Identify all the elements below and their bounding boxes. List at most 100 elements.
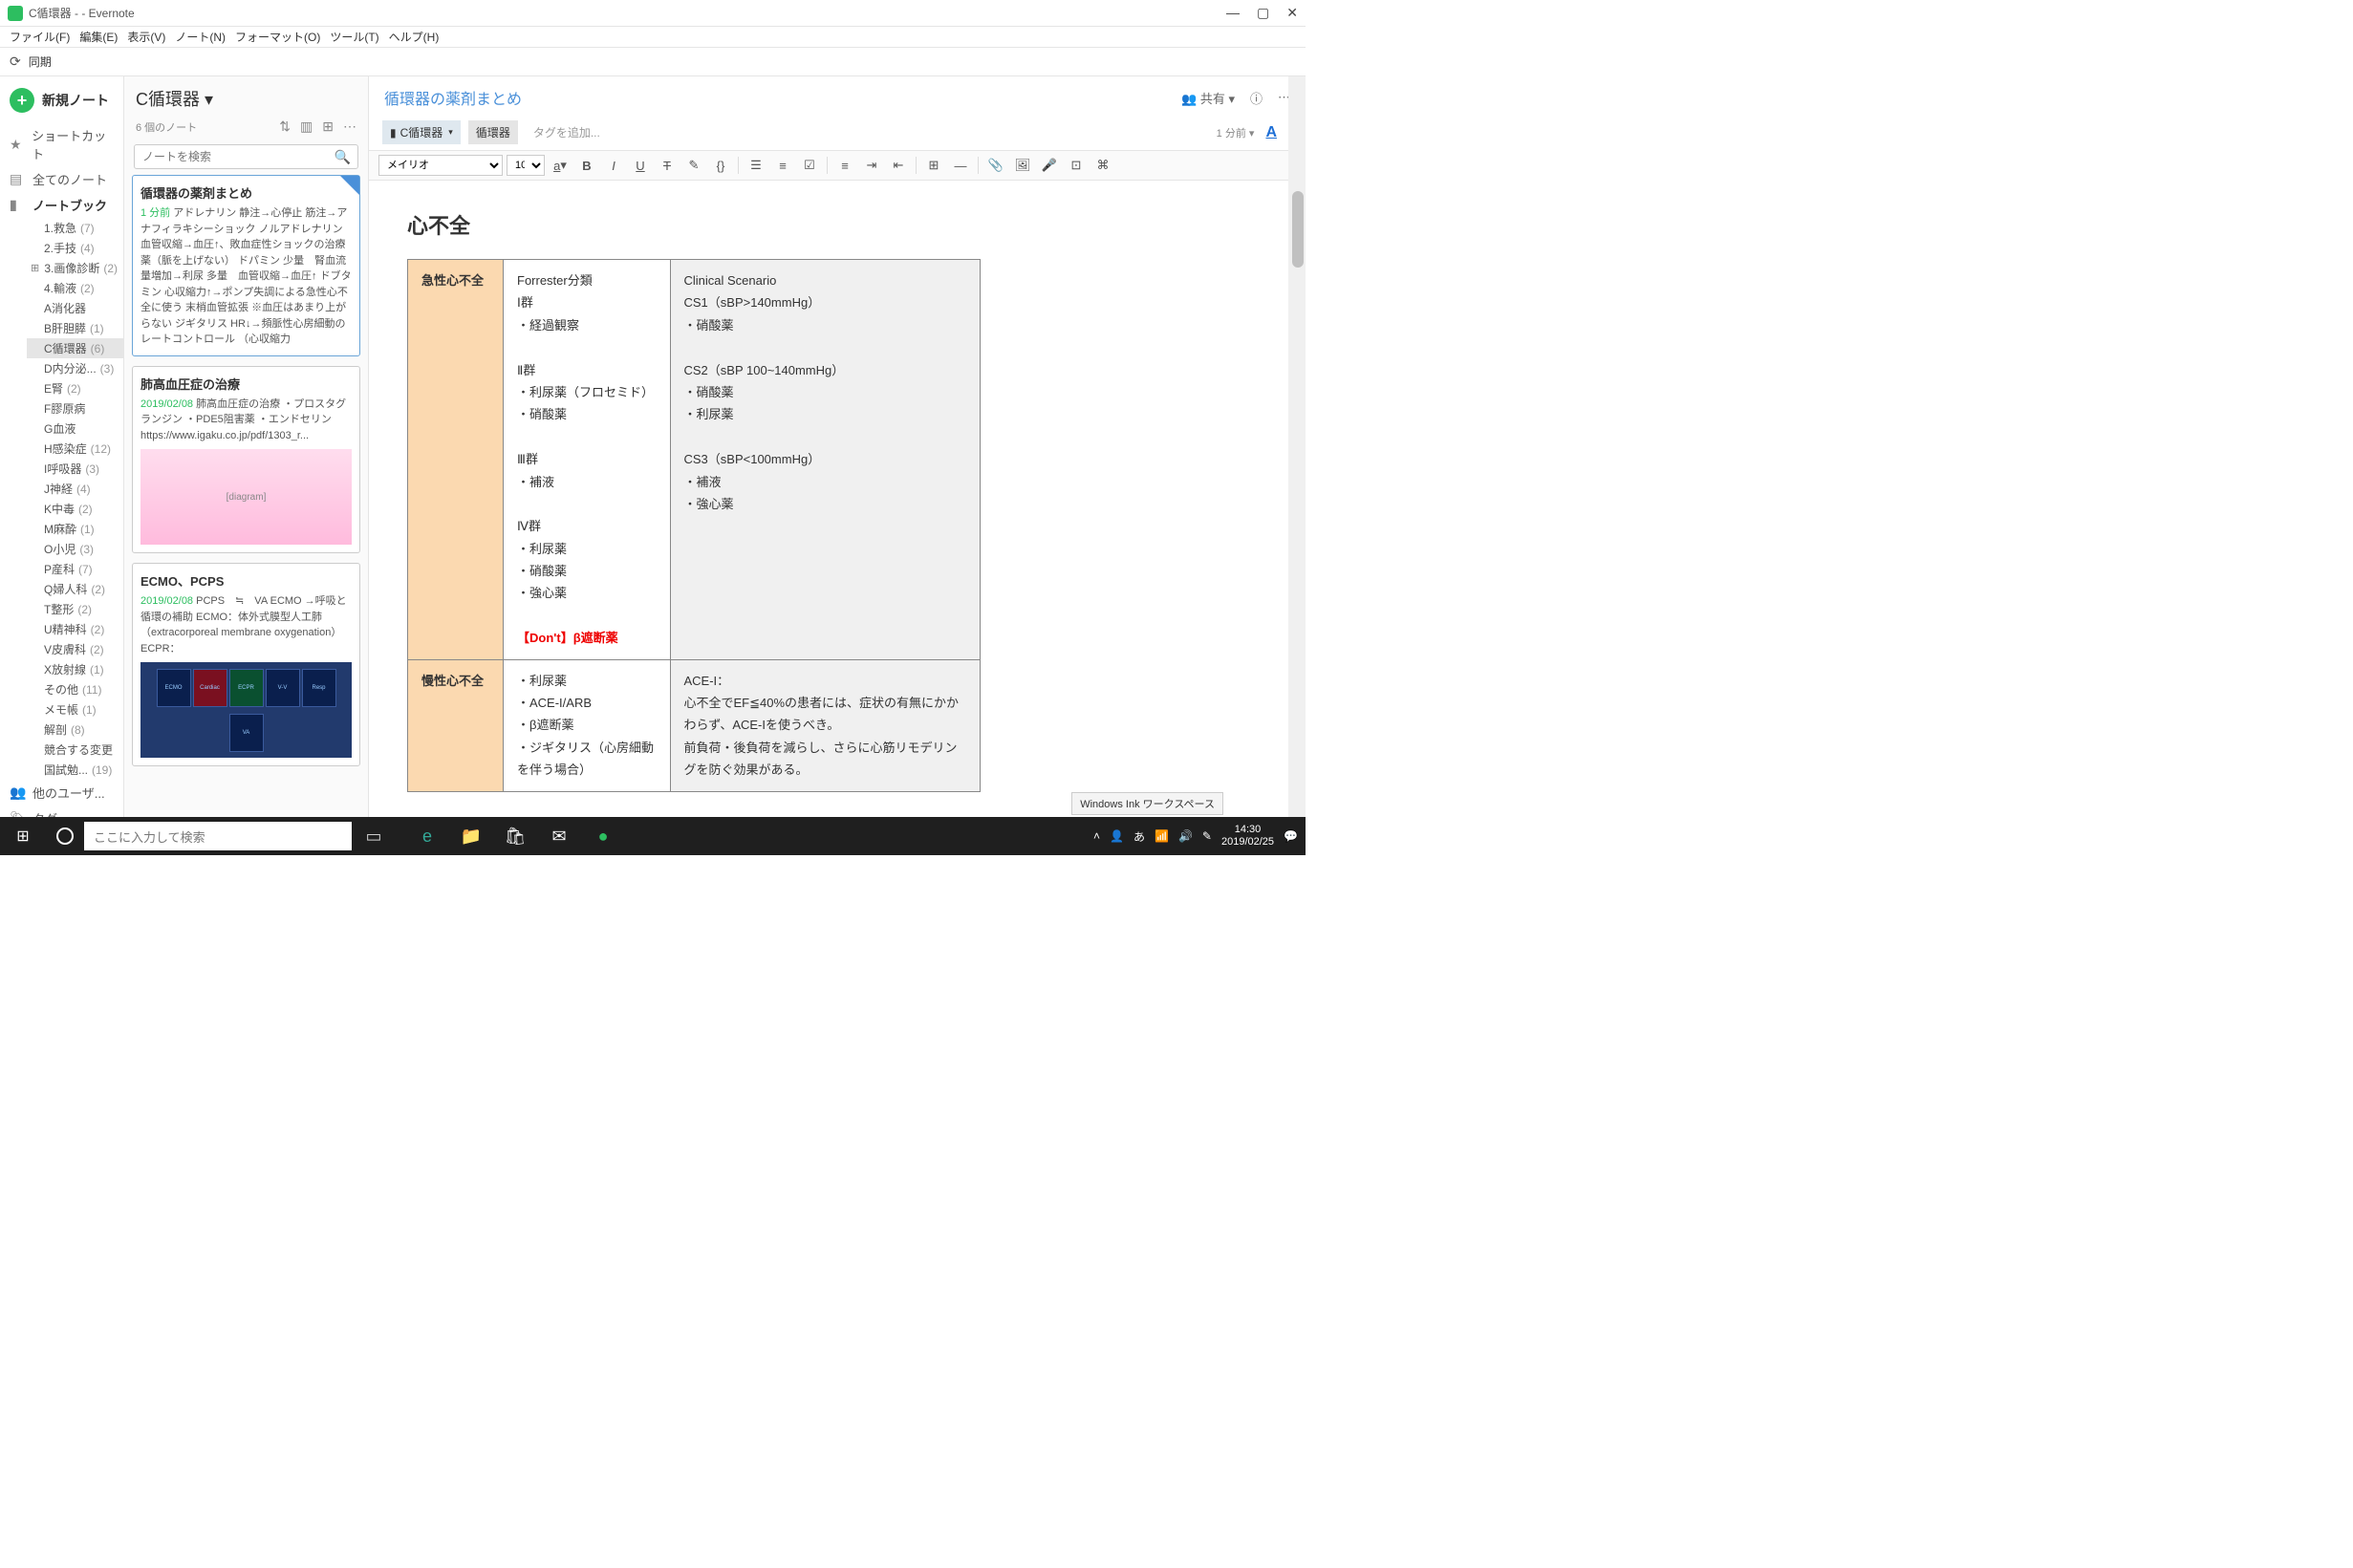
checkbox-button[interactable]: ☑	[798, 155, 821, 176]
sync-icon[interactable]: ⟳	[10, 54, 21, 70]
notebook-item[interactable]: B肝胆膵(1)	[27, 318, 123, 338]
encrypt-button[interactable]: ⊡	[1065, 155, 1088, 176]
maximize-button[interactable]: ▢	[1257, 5, 1269, 21]
outdent-button[interactable]: ⇤	[887, 155, 910, 176]
note-card[interactable]: 循環器の薬剤まとめ1 分前 アドレナリン 静注→心停止 筋注→アナフィラキシーシ…	[132, 175, 360, 356]
evernote-taskbar-icon[interactable]: ●	[581, 817, 625, 855]
add-tag-input[interactable]: タグを追加...	[526, 124, 600, 140]
search-icon[interactable]: 🔍	[335, 149, 351, 165]
bold-button[interactable]: B	[575, 155, 598, 176]
note-card[interactable]: ECMO、PCPS2019/02/08 PCPS ≒ VA ECMO →呼吸と循…	[132, 563, 360, 766]
ink-icon[interactable]: ✎	[1202, 829, 1212, 843]
sidebar-tags[interactable]: 🏷タグ	[0, 805, 123, 817]
image-button[interactable]: 🖼	[1011, 155, 1034, 176]
notebook-item[interactable]: A消化器	[27, 298, 123, 318]
notebook-item[interactable]: F膠原病	[27, 398, 123, 419]
notebook-item[interactable]: メモ帳(1)	[27, 699, 123, 720]
mail-icon[interactable]: ✉	[537, 817, 581, 855]
font-select[interactable]: メイリオ	[378, 155, 503, 176]
audio-button[interactable]: 🎤	[1038, 155, 1061, 176]
notifications-icon[interactable]: 💬	[1284, 829, 1298, 843]
edge-icon[interactable]: e	[405, 817, 449, 855]
notebook-item[interactable]: G血液	[27, 419, 123, 439]
view-icon[interactable]: ▥	[300, 118, 313, 135]
text-color-icon[interactable]: A	[1265, 124, 1277, 141]
sidebar-notebooks[interactable]: ▮ノートブック	[0, 192, 123, 218]
notebook-item[interactable]: J神経(4)	[27, 479, 123, 499]
notebook-item[interactable]: ⊞3.画像診断(2)	[27, 258, 123, 278]
menu-format[interactable]: フォーマット(O)	[231, 27, 324, 47]
notebook-item[interactable]: T整形(2)	[27, 599, 123, 619]
store-icon[interactable]: 🛍	[493, 817, 537, 855]
close-button[interactable]: ✕	[1286, 5, 1298, 21]
minimize-button[interactable]: —	[1226, 5, 1240, 21]
note-title[interactable]: 循環器の薬剤まとめ	[384, 86, 522, 109]
code-button[interactable]: {}	[709, 155, 732, 176]
tray-up-icon[interactable]: ˄	[1093, 829, 1100, 843]
notebook-item[interactable]: 国試勉...(19)	[27, 760, 123, 780]
notebook-item[interactable]: V皮膚科(2)	[27, 639, 123, 659]
notebook-item[interactable]: その他(11)	[27, 679, 123, 699]
underline-button[interactable]: U	[629, 155, 652, 176]
volume-icon[interactable]: 🔊	[1178, 829, 1193, 843]
shortcut-button[interactable]: ⌘	[1091, 155, 1114, 176]
menu-note[interactable]: ノート(N)	[171, 27, 229, 47]
start-button[interactable]: ⊞	[0, 817, 46, 855]
tag-chip[interactable]: 循環器	[468, 120, 518, 144]
taskview-icon[interactable]: ▭	[352, 817, 396, 855]
highlight-button[interactable]: ✎	[682, 155, 705, 176]
share-button[interactable]: 👥 共有 ▾	[1181, 89, 1235, 107]
notebook-item[interactable]: M麻酔(1)	[27, 519, 123, 539]
notebook-item[interactable]: 解剖(8)	[27, 720, 123, 740]
info-icon[interactable]: ⓘ	[1250, 89, 1263, 107]
new-note-button[interactable]: + 新規ノート	[0, 84, 123, 122]
more-icon[interactable]: ⋯	[343, 118, 356, 135]
size-select[interactable]: 10	[507, 155, 545, 176]
menu-file[interactable]: ファイル(F)	[6, 27, 74, 47]
notebook-item[interactable]: Q婦人科(2)	[27, 579, 123, 599]
cortana-button[interactable]	[46, 817, 84, 855]
menu-edit[interactable]: 編集(E)	[76, 27, 121, 47]
strike-button[interactable]: T	[656, 155, 679, 176]
notebook-chip[interactable]: ▮C循環器▾	[382, 120, 461, 144]
scroll-thumb[interactable]	[1292, 191, 1304, 268]
taskbar-search[interactable]: ここに入力して検索	[84, 822, 352, 850]
italic-button[interactable]: I	[602, 155, 625, 176]
ime-icon[interactable]: あ	[1133, 828, 1145, 845]
hr-button[interactable]: —	[949, 155, 972, 176]
notebook-item[interactable]: O小児(3)	[27, 539, 123, 559]
attach-button[interactable]: 📎	[984, 155, 1007, 176]
menu-view[interactable]: 表示(V)	[123, 27, 169, 47]
network-icon[interactable]: 📶	[1155, 829, 1169, 843]
note-card[interactable]: 肺高血圧症の治療2019/02/08 肺高血圧症の治療 ・プロスタグランジン ・…	[132, 366, 360, 554]
notebook-item[interactable]: 4.輸液(2)	[27, 278, 123, 298]
table-button[interactable]: ⊞	[922, 155, 945, 176]
sort-icon[interactable]: ⇅	[279, 118, 291, 135]
notelist-title[interactable]: C循環器 ▾	[136, 86, 356, 111]
notebook-item[interactable]: U精神科(2)	[27, 619, 123, 639]
notebook-item[interactable]: C循環器(6)	[27, 338, 123, 358]
timestamp[interactable]: 1 分前 ▾	[1217, 125, 1255, 140]
color-button[interactable]: a ▾	[549, 155, 572, 176]
notebook-item[interactable]: 2.手技(4)	[27, 238, 123, 258]
sidebar-shortcut[interactable]: ★ショートカット	[0, 122, 123, 166]
people-icon[interactable]: 👤	[1110, 829, 1124, 843]
indent-button[interactable]: ⇥	[860, 155, 883, 176]
notebook-item[interactable]: P産科(7)	[27, 559, 123, 579]
note-body[interactable]: 心不全 急性心不全 Forrester分類 Ⅰ群 ・経過観察 Ⅱ群 ・利尿薬（フ…	[369, 181, 1306, 817]
sidebar-other-users[interactable]: 👥他のユーザ...	[0, 780, 123, 805]
bullet-list-button[interactable]: ☰	[745, 155, 767, 176]
sync-label[interactable]: 同期	[29, 54, 52, 70]
notebook-item[interactable]: D内分泌...(3)	[27, 358, 123, 378]
filter-icon[interactable]: ⊞	[322, 118, 334, 135]
search-input[interactable]	[134, 144, 358, 169]
clock[interactable]: 14:30 2019/02/25	[1221, 824, 1274, 848]
notebook-item[interactable]: X放射線(1)	[27, 659, 123, 679]
notebook-item[interactable]: I呼吸器(3)	[27, 459, 123, 479]
number-list-button[interactable]: ≡	[771, 155, 794, 176]
menu-help[interactable]: ヘルプ(H)	[385, 27, 443, 47]
notebook-item[interactable]: K中毒(2)	[27, 499, 123, 519]
explorer-icon[interactable]: 📁	[449, 817, 493, 855]
notebook-item[interactable]: 1.救急(7)	[27, 218, 123, 238]
scrollbar[interactable]	[1288, 76, 1306, 817]
